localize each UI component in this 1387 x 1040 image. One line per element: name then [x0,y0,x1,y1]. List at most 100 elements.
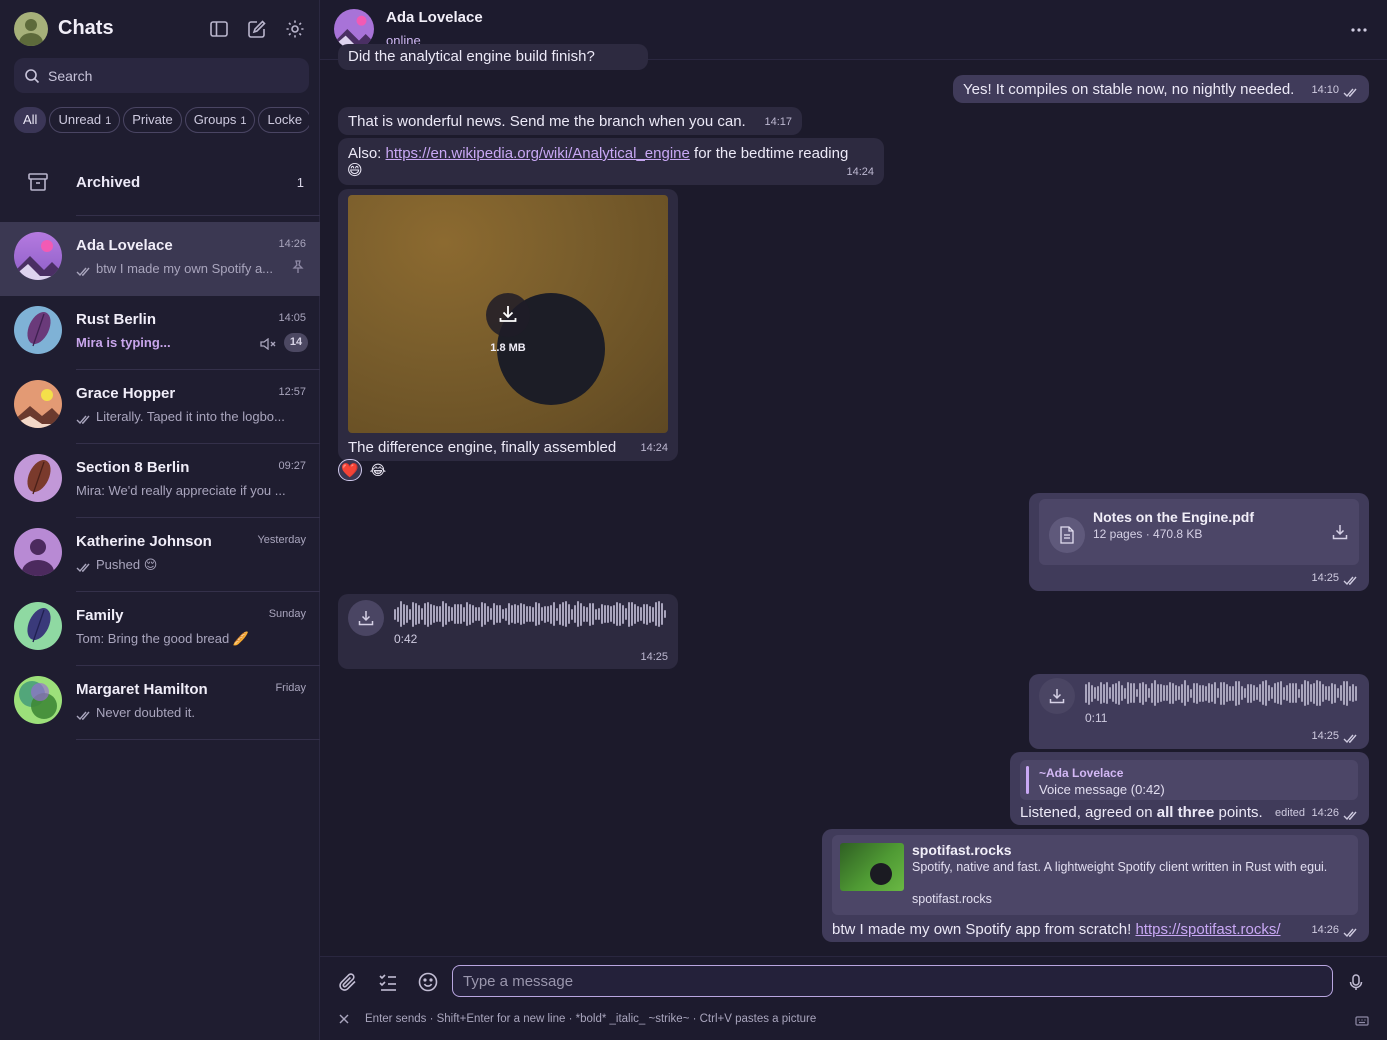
waveform-bar [412,601,414,627]
waveform-bar [463,606,465,622]
checklist-icon[interactable] [377,971,399,996]
waveform-bar [1100,682,1102,704]
download-icon[interactable] [1331,523,1349,545]
keyboard-icon[interactable] [1355,1014,1369,1030]
close-hint-icon[interactable] [338,1012,350,1028]
message-incoming-image[interactable]: 1.8 MB The difference engine, finally as… [338,189,678,461]
link-preview[interactable]: spotifast.rocks Spotify, native and fast… [832,835,1358,915]
waveform-bar [1163,685,1165,701]
chat-item-grace-hopper[interactable]: Grace Hopper 12:57 Literally. Taped it i… [0,370,320,444]
waveform-bar [1208,683,1210,703]
reaction-laugh[interactable]: 😂 [366,460,390,482]
message-outgoing-voice[interactable]: 0:11 14:25 [1029,674,1369,749]
message-incoming-voice[interactable]: 0:42 14:25 [338,594,678,669]
chat-item-ada-lovelace[interactable]: Ada Lovelace 14:26 btw I made my own Spo… [0,222,320,296]
waveform-bar [1277,682,1279,704]
chat-name: Section 8 Berlin [76,459,190,476]
contact-avatar[interactable] [334,9,374,49]
spotifast-link[interactable]: https://spotifast.rocks/ [1135,921,1280,938]
waveform-bar [448,606,450,622]
message-input[interactable] [452,965,1333,997]
waveform-bar [661,603,663,625]
avatar [14,676,62,724]
waveform-bar [1292,683,1294,703]
chat-preview: Tom: Bring the good bread 🥖 [76,631,250,646]
waveform-bar [1115,682,1117,704]
composer: Enter sends · Shift+Enter for a new line… [320,956,1387,1040]
voice-download-button[interactable] [348,600,384,636]
download-icon [1049,689,1065,704]
chat-item-family[interactable]: Family Sunday Tom: Bring the good bread … [0,592,320,666]
attach-paperclip-icon[interactable] [337,971,359,996]
message-outgoing-link[interactable]: spotifast.rocks Spotify, native and fast… [822,829,1369,942]
filter-unread[interactable]: Unread 1 [49,107,121,133]
chat-name: Rust Berlin [76,311,157,328]
waveform-bar [1205,685,1207,701]
waveform-bar [1355,685,1357,701]
waveform-bar [520,603,522,625]
microphone-icon[interactable] [1346,972,1366,995]
message-incoming[interactable]: Also: https://en.wikipedia.org/wiki/Anal… [338,138,884,185]
waveform-bar [466,602,468,626]
file-attachment[interactable]: Notes on the Engine.pdf 12 pages · 470.8… [1039,499,1359,565]
message-outgoing[interactable]: Yes! It compiles on stable now, no night… [953,75,1369,103]
divider [76,215,320,216]
voice-waveform[interactable] [394,600,666,628]
waveform-bar [508,603,510,625]
image-preview[interactable]: 1.8 MB [348,195,668,433]
waveform-bar [400,601,402,627]
waveform-bar [664,610,666,618]
waveform-bar [1280,681,1282,705]
archived-row[interactable]: Archived 1 [0,160,320,206]
wikipedia-link[interactable]: https://en.wikipedia.org/wiki/Analytical… [386,145,690,162]
voice-download-button[interactable] [1039,678,1075,714]
voice-waveform[interactable] [1085,679,1357,707]
more-options-icon[interactable] [1351,20,1367,43]
contact-name[interactable]: Ada Lovelace [386,9,483,26]
waveform-bar [562,602,564,626]
filter-locked[interactable]: Locke [258,107,309,133]
waveform-bar [592,603,594,625]
sidebar-title: Chats [58,17,114,39]
waveform-bar [1337,688,1339,698]
waveform-bar [499,605,501,623]
waveform-bar [1268,685,1270,701]
archived-count: 1 [296,175,304,190]
filter-groups[interactable]: Groups 1 [184,107,256,133]
chat-item-rust-berlin[interactable]: Rust Berlin 14:05 Mira is typing... 14 [0,296,320,370]
filter-all[interactable]: All [14,107,47,133]
waveform-bar [631,602,633,626]
search-input[interactable] [48,58,298,93]
waveform-bar [421,608,423,620]
quoted-message[interactable]: ~Ada Lovelace Voice message (0:42) [1020,760,1358,800]
emoji-smiley-icon[interactable] [417,971,439,996]
sidebar-toggle-icon[interactable] [208,18,230,40]
waveform-bar [1187,684,1189,702]
waveform-bar [625,608,627,620]
message-outgoing-file[interactable]: Notes on the Engine.pdf 12 pages · 470.8… [1029,493,1369,591]
my-avatar[interactable] [14,12,48,46]
download-button[interactable] [486,293,530,337]
waveform-bar [424,603,426,625]
chat-item-margaret-hamilton[interactable]: Margaret Hamilton Friday Never doubted i… [0,666,320,740]
waveform-bar [1103,683,1105,703]
compose-icon[interactable] [246,18,268,40]
waveform-bar [442,601,444,627]
waveform-bar [1196,682,1198,704]
waveform-bar [1334,683,1336,703]
reaction-heart[interactable]: ❤️ [338,459,362,481]
settings-gear-icon[interactable] [284,18,306,40]
waveform-bar [454,604,456,624]
waveform-bar [1331,682,1333,704]
message-outgoing-reply[interactable]: ~Ada Lovelace Voice message (0:42) Liste… [1010,752,1369,825]
waveform-bar [547,606,549,622]
message-incoming[interactable]: Did the analytical engine build finish? [338,44,648,70]
filter-private[interactable]: Private [123,107,182,133]
waveform-bar [565,601,567,627]
message-incoming[interactable]: That is wonderful news. Send me the bran… [338,107,802,135]
chat-item-section-8-berlin[interactable]: Section 8 Berlin 09:27 Mira: We'd really… [0,444,320,518]
chat-item-katherine-johnson[interactable]: Katherine Johnson Yesterday Pushed 😌 [0,518,320,592]
chat-time: 14:05 [278,312,306,324]
avatar [14,454,62,502]
waveform-bar [460,604,462,624]
